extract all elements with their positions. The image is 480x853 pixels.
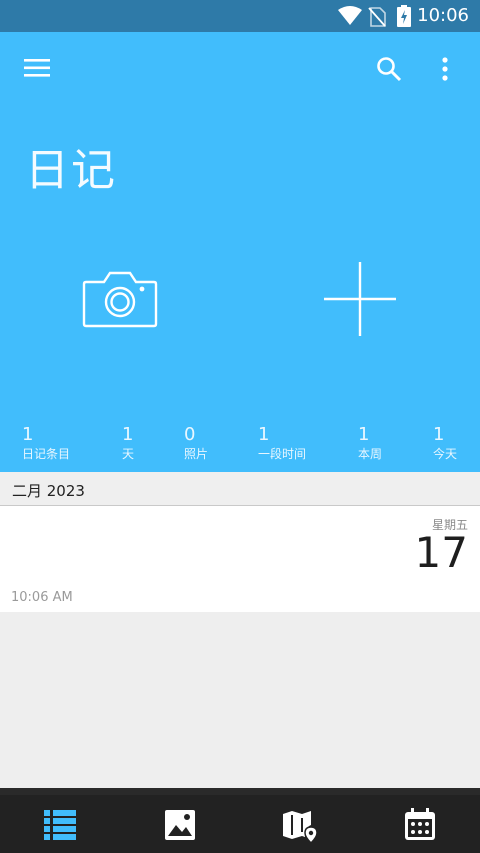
stat-label: 天 — [122, 447, 135, 461]
camera-icon[interactable] — [82, 270, 158, 328]
wifi-icon — [338, 6, 362, 25]
stat-label: 一段时间 — [258, 447, 307, 461]
page-title: 日记 — [25, 145, 117, 196]
no-sim-icon — [368, 7, 386, 27]
stat-value: 1 — [258, 424, 270, 445]
menu-icon[interactable] — [24, 58, 50, 78]
stat-value: 1 — [358, 424, 370, 445]
stat-label: 照片 — [184, 447, 209, 461]
entry-time: 10:06 AM — [11, 590, 73, 605]
bottom-nav — [0, 788, 480, 853]
stat-today[interactable]: 1 今天 — [433, 424, 457, 462]
stat-value: 0 — [184, 424, 196, 445]
search-icon[interactable] — [376, 56, 402, 82]
list-icon[interactable] — [41, 805, 81, 845]
stat-photos[interactable]: 0 照片 — [184, 424, 208, 462]
entry-day: 17 — [414, 528, 468, 577]
stats-row: 1 日记条目 1 天 0 照片 1 一段时间 1 本周 1 今天 — [0, 424, 480, 472]
stat-label: 本周 — [358, 447, 383, 461]
status-bar: 10:06 — [0, 0, 480, 32]
map-icon[interactable] — [280, 805, 320, 845]
month-label: 二月 2023 — [12, 482, 85, 500]
diary-entry[interactable]: 星期五 17 10:06 AM — [0, 506, 480, 612]
battery-charging-icon — [397, 5, 411, 27]
stat-value: 1 — [433, 424, 445, 445]
add-icon[interactable] — [322, 262, 398, 336]
stat-value: 1 — [22, 424, 34, 445]
status-time: 10:06 — [417, 5, 469, 26]
more-vert-icon[interactable] — [440, 56, 450, 82]
stat-label: 日记条目 — [22, 447, 71, 461]
stat-entries[interactable]: 1 日记条目 — [22, 424, 70, 462]
stat-value: 1 — [122, 424, 134, 445]
stat-this-week[interactable]: 1 本周 — [358, 424, 382, 462]
month-header: 二月 2023 — [0, 472, 480, 506]
header: 日记 1 日记条目 1 天 0 照片 1 一段时间 1 本周 1 今天 — [0, 32, 480, 472]
image-icon[interactable] — [160, 805, 200, 845]
stat-days[interactable]: 1 天 — [122, 424, 134, 462]
calendar-icon[interactable] — [400, 805, 440, 845]
stat-label: 今天 — [433, 447, 458, 461]
stat-period[interactable]: 1 一段时间 — [258, 424, 306, 462]
